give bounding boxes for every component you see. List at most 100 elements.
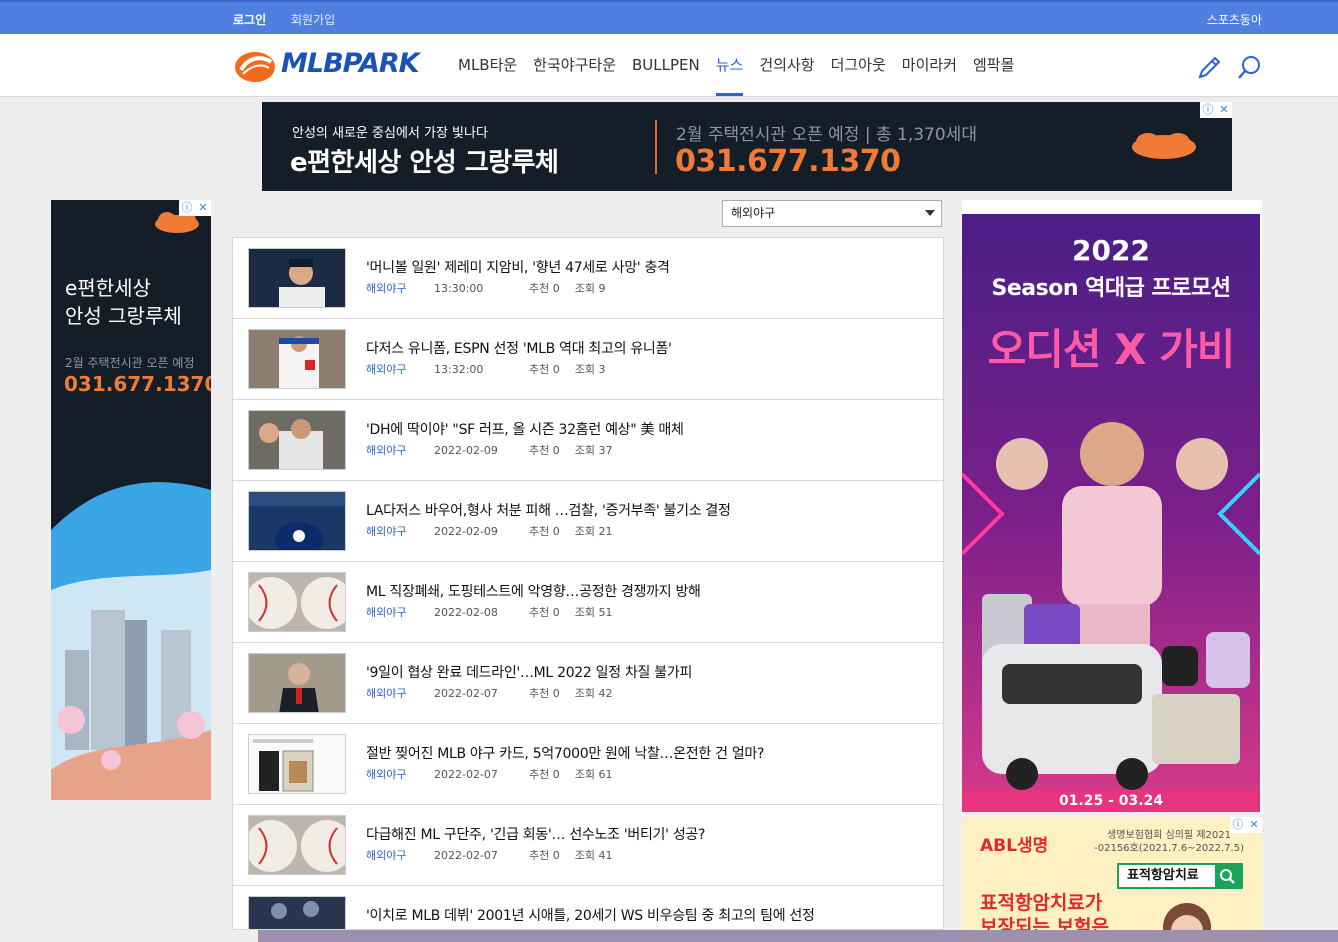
news-category[interactable]: 해외야구 [366, 361, 434, 377]
news-category[interactable]: 해외야구 [366, 280, 434, 296]
news-thumbnail[interactable] [248, 734, 346, 794]
news-category[interactable]: 해외야구 [366, 685, 434, 701]
right-side-ad[interactable]: 2022 Season 역대급 프로모션 오디션 X 가비 01.25 - 03… [962, 200, 1262, 812]
main-nav: MLB타운 한국야구타운 BULLPEN 뉴스 건의사항 더그아웃 마이라커 엠… [450, 34, 1022, 96]
ad-close-icon[interactable]: ✕ [1216, 102, 1232, 118]
news-thumbnail[interactable] [248, 410, 346, 470]
search-icon[interactable] [1215, 865, 1241, 887]
category-select-value: 해외야구 [731, 206, 776, 220]
abl-disclaimer: 생명보험협회 심의필 제2021 -02156호(2021.7.6~2022.7… [1094, 830, 1244, 854]
news-category[interactable]: 해외야구 [366, 442, 434, 458]
news-row[interactable]: 절반 찢어진 MLB 야구 카드, 5억7000만 원에 낙찰…온전한 건 얼마… [233, 724, 943, 805]
nav-dugout[interactable]: 더그아웃 [823, 34, 894, 96]
right-ad-background [962, 214, 1260, 812]
pencil-icon[interactable] [1195, 54, 1223, 82]
right-ad-year: 2022 [1072, 234, 1150, 267]
news-title[interactable]: 'DH에 딱이야' "SF 러프, 올 시즌 32홈런 예상" 美 매체 [366, 419, 684, 439]
news-time: 2022-02-08 [434, 606, 498, 619]
news-row[interactable]: 다저스 유니폼, ESPN 선정 'MLB 역대 최고의 유니폼' 해외야구 13… [233, 319, 943, 400]
news-title[interactable]: 다급해진 ML 구단주, '긴급 회동'… 선수노조 '버티기' 성공? [366, 824, 705, 844]
news-views: 21 [598, 525, 613, 538]
news-thumbnail[interactable] [248, 248, 346, 308]
news-category[interactable]: 해외야구 [366, 523, 434, 539]
nav-suggestions[interactable]: 건의사항 [751, 34, 822, 96]
right-ad-brand: 오디션 X 가비 [987, 325, 1236, 374]
top-ad-divider [655, 120, 657, 174]
news-time: 13:30:00 [434, 282, 484, 295]
left-ad-controls: ⓘ ✕ [179, 200, 211, 216]
news-title[interactable]: 절반 찢어진 MLB 야구 카드, 5억7000만 원에 낙찰…온전한 건 얼마… [366, 743, 764, 763]
news-row[interactable]: ML 직장폐쇄, 도핑테스트에 악영향…공정한 경쟁까지 방해 해외야구 2022… [233, 562, 943, 643]
news-meta: 해외야구 13:32:00 추천 0 조회 3 [366, 361, 606, 377]
news-row[interactable]: '이치로 MLB 데뷔' 2001년 시애틀, 20세기 WS 비우승팀 중 최… [233, 886, 943, 929]
news-row[interactable]: '9일이 협상 완료 데드라인'…ML 2022 일정 차질 불가피 해외야구 2… [233, 643, 943, 724]
left-side-ad[interactable]: ⓘ ✕ e편한세상 안성 그랑루체 2월 주택전시관 오픈 예정 031.677… [51, 200, 211, 800]
news-recommend: 0 [552, 444, 560, 457]
left-ad-phone: 031.677.1370 [64, 372, 211, 396]
news-title[interactable]: ML 직장폐쇄, 도핑테스트에 악영향…공정한 경쟁까지 방해 [366, 581, 701, 601]
mlbpark-logo[interactable]: MLBPARK [233, 48, 429, 84]
abl-logo: ABL생명 [980, 836, 1049, 856]
news-title[interactable]: LA다저스 바우어,형사 처분 피해 …검찰, '증거부족' 불기소 결정 [366, 500, 731, 520]
abl-search-box[interactable]: 표적항암치료 [1117, 863, 1243, 889]
news-title[interactable]: '머니볼 일원' 제레미 지암비, '향년 47세로 사망' 충격 [366, 257, 670, 277]
top-ad-info: 2월 주택전시관 오픈 예정 | 총 1,370세대 [676, 125, 977, 145]
news-time: 2022-02-07 [434, 687, 498, 700]
ad-info-icon[interactable]: ⓘ [1200, 102, 1216, 118]
news-row[interactable]: LA다저스 바우어,형사 처분 피해 …검찰, '증거부족' 불기소 결정 해외… [233, 481, 943, 562]
news-recommend: 0 [552, 525, 560, 538]
news-thumbnail[interactable] [248, 329, 346, 389]
news-category[interactable]: 해외야구 [366, 847, 434, 863]
taskbar-strip [258, 930, 1338, 942]
news-thumbnail[interactable] [248, 815, 346, 875]
news-time: 2022-02-09 [434, 444, 498, 457]
nav-mpark-mall[interactable]: 엠팍몰 [965, 34, 1022, 96]
news-meta: 해외야구 2022-02-07 추천 0 조회 61 [366, 766, 613, 782]
sports-donga-link[interactable]: 스포츠동아 [1207, 11, 1262, 28]
nav-bullpen[interactable]: BULLPEN [624, 34, 708, 96]
nav-korea-baseball-town[interactable]: 한국야구타운 [525, 34, 624, 96]
right-ad-creative: 2022 Season 역대급 프로모션 오디션 X 가비 01.25 - 03… [962, 214, 1260, 812]
nav-my-locker[interactable]: 마이라커 [894, 34, 965, 96]
right-ad-date: 01.25 - 03.24 [962, 790, 1260, 812]
site-header: MLBPARK MLB타운 한국야구타운 BULLPEN 뉴스 건의사항 더그아… [0, 34, 1338, 97]
category-select[interactable]: 해외야구 [722, 200, 942, 227]
news-views: 42 [598, 687, 613, 700]
baseball-logo-icon [235, 52, 275, 82]
news-thumbnail[interactable] [248, 896, 346, 929]
abl-insurance-ad[interactable]: ⓘ ✕ ABL생명 생명보험협회 심의필 제2021 -02156호(2021.… [962, 817, 1262, 930]
news-row[interactable]: 'DH에 딱이야' "SF 러프, 올 시즌 32홈런 예상" 美 매체 해외야… [233, 400, 943, 481]
ad-info-icon[interactable]: ⓘ [179, 200, 195, 216]
news-thumbnail[interactable] [248, 491, 346, 551]
news-row[interactable]: 다급해진 ML 구단주, '긴급 회동'… 선수노조 '버티기' 성공? 해외야… [233, 805, 943, 886]
news-recommend: 0 [552, 606, 560, 619]
news-meta: 해외야구 13:30:00 추천 0 조회 9 [366, 280, 606, 296]
right-ad-promo: Season 역대급 프로모션 [991, 276, 1231, 301]
ad-close-icon[interactable]: ✕ [195, 200, 211, 216]
news-recommend: 0 [552, 849, 560, 862]
news-meta: 해외야구 2022-02-07 추천 0 조회 41 [366, 847, 613, 863]
news-title[interactable]: '이치로 MLB 데뷔' 2001년 시애틀, 20세기 WS 비우승팀 중 최… [366, 905, 815, 925]
search-icon[interactable] [1236, 54, 1264, 82]
login-link[interactable]: 로그인 [233, 11, 266, 28]
news-category[interactable]: 해외야구 [366, 604, 434, 620]
news-views: 3 [598, 363, 606, 376]
news-meta: 해외야구 2022-02-09 추천 0 조회 37 [366, 442, 613, 458]
ad-close-icon[interactable]: ✕ [1246, 817, 1262, 833]
apartment-illustration [51, 482, 211, 800]
news-recommend: 0 [552, 363, 560, 376]
news-title[interactable]: 다저스 유니폼, ESPN 선정 'MLB 역대 최고의 유니폼' [366, 338, 672, 358]
news-meta: 해외야구 2022-02-08 추천 0 조회 51 [366, 604, 613, 620]
nav-news[interactable]: 뉴스 [708, 34, 752, 96]
news-views: 51 [598, 606, 613, 619]
nav-mlb-town[interactable]: MLB타운 [450, 34, 525, 96]
news-row[interactable]: '머니볼 일원' 제레미 지암비, '향년 47세로 사망' 충격 해외야구 13… [233, 238, 943, 319]
news-thumbnail[interactable] [248, 572, 346, 632]
news-views: 61 [598, 768, 613, 781]
news-title[interactable]: '9일이 협상 완료 데드라인'…ML 2022 일정 차질 불가피 [366, 662, 692, 682]
join-link[interactable]: 회원가입 [291, 11, 335, 28]
top-banner-ad[interactable]: 안성의 새로운 중심에서 가장 빛나다 e편한세상 안성 그랑루체 2월 주택전… [262, 102, 1232, 191]
top-ad-title: e편한세상 안성 그랑루체 [290, 148, 559, 178]
news-category[interactable]: 해외야구 [366, 766, 434, 782]
news-thumbnail[interactable] [248, 653, 346, 713]
